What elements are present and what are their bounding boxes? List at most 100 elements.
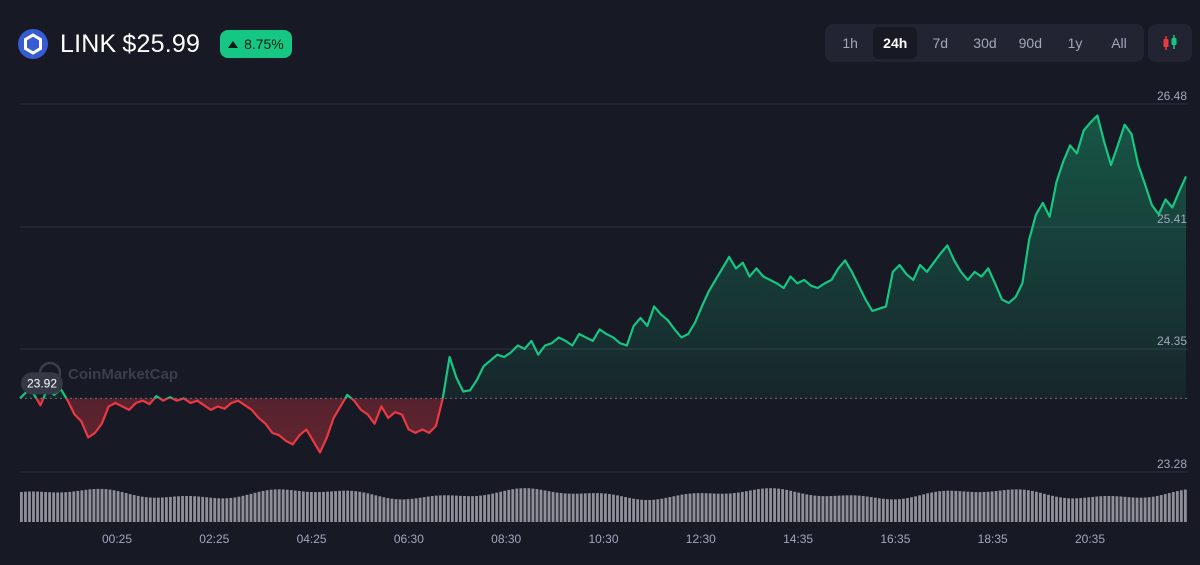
range-tab-1y[interactable]: 1y <box>1054 27 1096 59</box>
volume-bar <box>547 491 551 522</box>
volume-bar <box>269 489 273 522</box>
volume-bar <box>459 495 462 522</box>
volume-bar <box>724 493 728 522</box>
volume-bar <box>656 499 660 522</box>
volume-bar <box>450 495 454 522</box>
range-tab-90d[interactable]: 90d <box>1009 27 1052 59</box>
price-area <box>20 115 1186 453</box>
volume-bar <box>378 496 382 522</box>
volume-bar <box>555 492 559 522</box>
volume-bar <box>173 496 176 522</box>
volume-bar <box>1135 497 1139 522</box>
volume-bar <box>918 495 921 522</box>
volume-bar <box>543 490 547 522</box>
volume-bar <box>1075 498 1079 522</box>
volume-bar <box>475 495 478 522</box>
x-axis-ticks: 00:25 02:25 04:25 06:30 08:30 10:30 12:30 14:35… <box>102 532 1105 546</box>
volume-bar <box>36 491 39 522</box>
range-tab-30d[interactable]: 30d <box>963 27 1006 59</box>
volume-bar <box>1067 498 1070 522</box>
volume-bar <box>124 493 128 522</box>
volume-bar <box>608 494 611 522</box>
volume-bar <box>922 494 926 522</box>
y-tick-label: 24.35 <box>1157 334 1187 348</box>
volume-bar <box>616 495 619 522</box>
volume-bar <box>571 493 575 522</box>
volume-bar <box>346 490 350 522</box>
volume-bar <box>156 497 160 522</box>
range-tab-24h[interactable]: 24h <box>873 27 918 59</box>
volume-bar <box>575 493 579 522</box>
price-line-down <box>19 398 444 454</box>
range-tab-7d[interactable]: 7d <box>919 27 961 59</box>
volume-bar <box>253 492 257 522</box>
volume-bar <box>60 492 64 522</box>
volume-bar <box>1091 496 1095 522</box>
volume-bar <box>314 492 317 522</box>
volume-bar <box>487 494 491 522</box>
volume-bar <box>20 492 23 522</box>
candlestick-toggle-button[interactable] <box>1148 24 1192 62</box>
volume-bar <box>237 496 241 522</box>
volume-bar <box>720 493 724 522</box>
range-tab-1h[interactable]: 1h <box>829 27 871 59</box>
range-tab-all[interactable]: All <box>1098 27 1140 59</box>
volume-bar <box>902 498 905 522</box>
volume-bar <box>1047 494 1050 522</box>
volume-bar <box>471 496 474 522</box>
volume-bar <box>769 488 772 522</box>
volume-bar <box>954 490 958 522</box>
volume-bar <box>140 496 144 522</box>
volume-bar <box>152 497 156 522</box>
volume-bar <box>116 491 120 522</box>
volume-bar <box>261 490 265 522</box>
volume-bar <box>56 492 60 522</box>
volume-bar <box>342 490 346 522</box>
volume-bar <box>249 493 253 522</box>
volume-bar <box>289 490 293 522</box>
volume-bar <box>1123 496 1127 522</box>
volume-bar <box>994 491 998 522</box>
volume-bar <box>1087 497 1091 522</box>
volume-bar <box>716 493 720 522</box>
volume-bar <box>1099 496 1103 522</box>
volume-bar <box>938 491 942 522</box>
volume-bar <box>201 496 205 522</box>
volume-bar <box>24 491 27 522</box>
volume-bar <box>978 492 982 522</box>
volume-bar <box>136 495 140 522</box>
time-range-selector: 1h 24h 7d 30d 90d 1y All <box>825 24 1144 62</box>
volume-bar <box>519 488 523 522</box>
volume-bar <box>688 493 692 522</box>
volume-bar <box>1010 489 1014 522</box>
coin-symbol: LINK <box>60 29 117 58</box>
price-line-chart: CoinMarketCap 26.48 25.41 24.35 23.28 00:25… <box>19 89 1188 546</box>
volume-bar <box>829 496 833 522</box>
volume-bar <box>446 495 450 522</box>
volume-bar <box>845 495 849 522</box>
candlestick-icon <box>1163 35 1177 50</box>
volume-bar <box>696 493 700 522</box>
price-change-value: 8.75% <box>244 36 284 52</box>
volume-bar <box>181 496 184 522</box>
volume-bar <box>958 491 962 522</box>
volume-bar <box>132 495 136 522</box>
coin-title: LINK $25.99 <box>60 30 200 59</box>
volume-bar <box>84 489 88 522</box>
volume-bar <box>869 497 873 522</box>
volume-bar <box>684 494 688 522</box>
volume-bar <box>104 489 108 522</box>
price-line-up <box>19 114 1188 399</box>
volume-bar <box>1018 489 1022 522</box>
volume-bar <box>185 495 188 522</box>
volume-bar <box>1167 493 1171 522</box>
volume-bar <box>241 495 245 522</box>
volume-bar <box>849 495 853 522</box>
volume-bar <box>809 495 813 522</box>
volume-bar <box>229 497 233 522</box>
volume-bar <box>322 491 325 522</box>
volume-bar <box>1127 497 1131 522</box>
volume-bar <box>273 489 277 522</box>
volume-bar <box>205 497 209 522</box>
volume-bar <box>169 496 172 522</box>
